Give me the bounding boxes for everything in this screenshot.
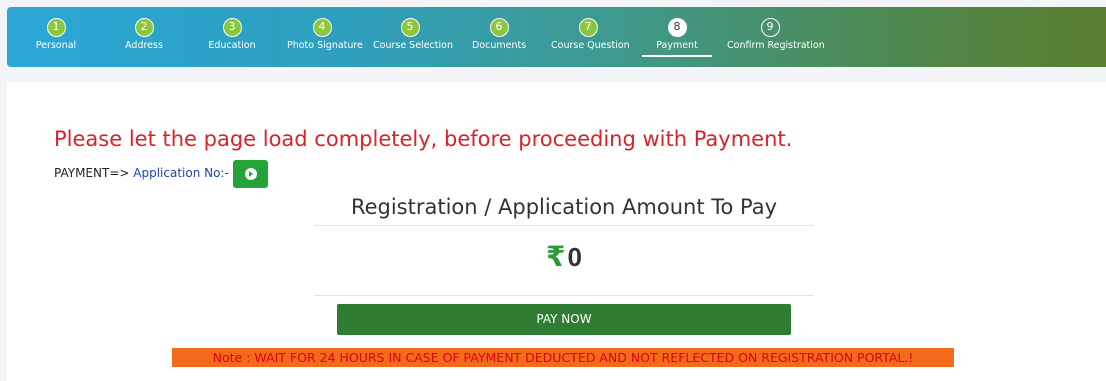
step-address[interactable]: 2 Address [119,18,169,51]
page-load-warning: Please let the page load completely, bef… [54,127,793,151]
step-label: Course Question [551,40,630,51]
step-number: 1 [46,18,66,37]
divider [314,295,814,296]
step-payment[interactable]: 8 Payment [642,18,712,57]
step-label: Education [208,40,256,51]
step-label: Address [125,40,163,51]
amount-value: 0 [567,242,582,272]
step-label: Personal [35,40,77,51]
step-label: Payment [656,40,698,51]
payment-prefix: PAYMENT=> [54,166,134,180]
step-number: 8 [667,18,687,37]
step-number: 2 [134,18,154,37]
play-circle-icon [244,168,257,180]
rupee-icon: ₹ [546,240,566,273]
step-number: 6 [489,18,509,37]
step-course-selection[interactable]: 5 Course Selection [373,18,453,51]
application-number-label: Application No:- [133,166,229,180]
step-number: 9 [760,18,780,37]
step-documents[interactable]: 6 Documents [472,18,526,51]
registration-wizard: 1 Personal 2 Address 3 Education 4 Photo… [7,7,1106,67]
step-number: 5 [400,18,420,37]
step-confirm-registration[interactable]: 9 Confirm Registration [727,18,825,51]
step-label: Documents [472,40,527,51]
refresh-application-button[interactable] [233,160,268,188]
payment-note: Note : WAIT FOR 24 HOURS IN CASE OF PAYM… [172,348,954,367]
step-education[interactable]: 3 Education [207,18,257,51]
step-label: Photo Signature [287,40,363,51]
step-course-question[interactable]: 7 Course Question [551,18,630,51]
divider [314,225,814,226]
step-personal[interactable]: 1 Personal [31,18,81,51]
application-number-line: PAYMENT=> Application No:- [54,166,229,180]
amount-display: ₹0 [314,240,814,273]
step-number: 3 [222,18,242,37]
step-number: 7 [578,18,598,37]
pay-now-button[interactable]: PAY NOW [337,304,791,335]
step-label: Confirm Registration [727,40,825,51]
amount-title: Registration / Application Amount To Pay [350,195,778,219]
step-label: Course Selection [373,40,453,51]
step-photo-signature[interactable]: 4 Photo Signature [287,18,363,51]
step-number: 4 [312,18,332,37]
